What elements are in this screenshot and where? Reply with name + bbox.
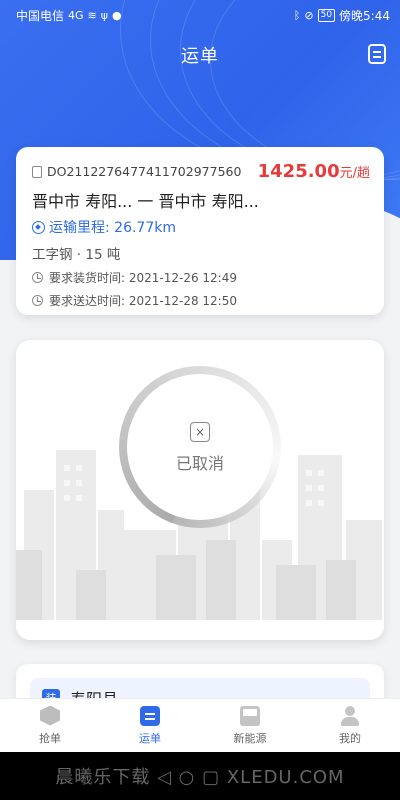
compass-icon [32, 220, 45, 234]
nav-label: 我的 [339, 731, 361, 745]
bottom-nav: 抢单 运单 新能源 我的 [0, 698, 400, 752]
signal-icon: 4G [68, 8, 84, 22]
status-bar: 中国电信 4G ≋ ψ ● ᛒ ⊘ 50 傍晚5:44 [0, 0, 400, 30]
mute-icon: ⊘ [304, 8, 314, 22]
order-route: 晋中市 寿阳... 一 晋中市 寿阳... [32, 192, 259, 211]
nav-item-grab[interactable]: 抢单 [0, 699, 100, 752]
document-icon[interactable] [368, 44, 386, 64]
nav-label: 抢单 [39, 731, 61, 745]
order-document-icon [32, 165, 42, 178]
load-time: 要求装货时间: 2021-12-26 12:49 [49, 271, 237, 285]
order-distance: 运输里程: 26.77km [49, 220, 176, 236]
carrier-label: 中国电信 [16, 8, 65, 23]
status-card: × 已取消 [16, 340, 384, 640]
nav-label: 运单 [139, 731, 161, 745]
usb-icon: ψ [100, 8, 109, 22]
nav-item-waybill[interactable]: 运单 [100, 699, 200, 752]
nav-item-mine[interactable]: 我的 [300, 699, 400, 752]
box-icon [40, 705, 60, 726]
nav-label: 新能源 [233, 731, 267, 745]
status-text: 已取消 [175, 454, 224, 473]
watermark-text: 晨曦乐下载 ◁ ○ ▢ XLEDU.COM [55, 767, 345, 788]
title-bar: 运单 [0, 38, 400, 72]
app-icon: ● [112, 8, 122, 22]
clock-icon [32, 295, 43, 306]
list-icon [140, 705, 160, 726]
order-cargo: 工字钢 · 15 吨 [32, 247, 121, 263]
order-price: 1425.00 [257, 161, 340, 182]
wifi-icon: ≋ [87, 8, 97, 22]
system-nav-bar: 晨曦乐下载 ◁ ○ ▢ XLEDU.COM [0, 752, 400, 800]
truck-icon [240, 705, 260, 726]
price-unit: 元/趟 [339, 166, 370, 181]
battery-icon: 50 [317, 8, 336, 22]
nav-item-new-energy[interactable]: 新能源 [200, 699, 300, 752]
clock-label: 傍晚5:44 [339, 8, 390, 23]
cancel-icon: × [190, 422, 210, 442]
user-icon [340, 705, 360, 726]
page-title: 运单 [181, 46, 219, 67]
bluetooth-icon: ᛒ [293, 8, 301, 22]
order-card[interactable]: DO2112276477411702977560 1425.00元/趟 晋中市 … [16, 147, 384, 315]
clock-icon [32, 272, 43, 283]
status-ring [119, 366, 281, 528]
deliver-time: 要求送达时间: 2021-12-28 12:50 [49, 294, 237, 308]
order-number: DO2112276477411702977560 [47, 164, 242, 179]
